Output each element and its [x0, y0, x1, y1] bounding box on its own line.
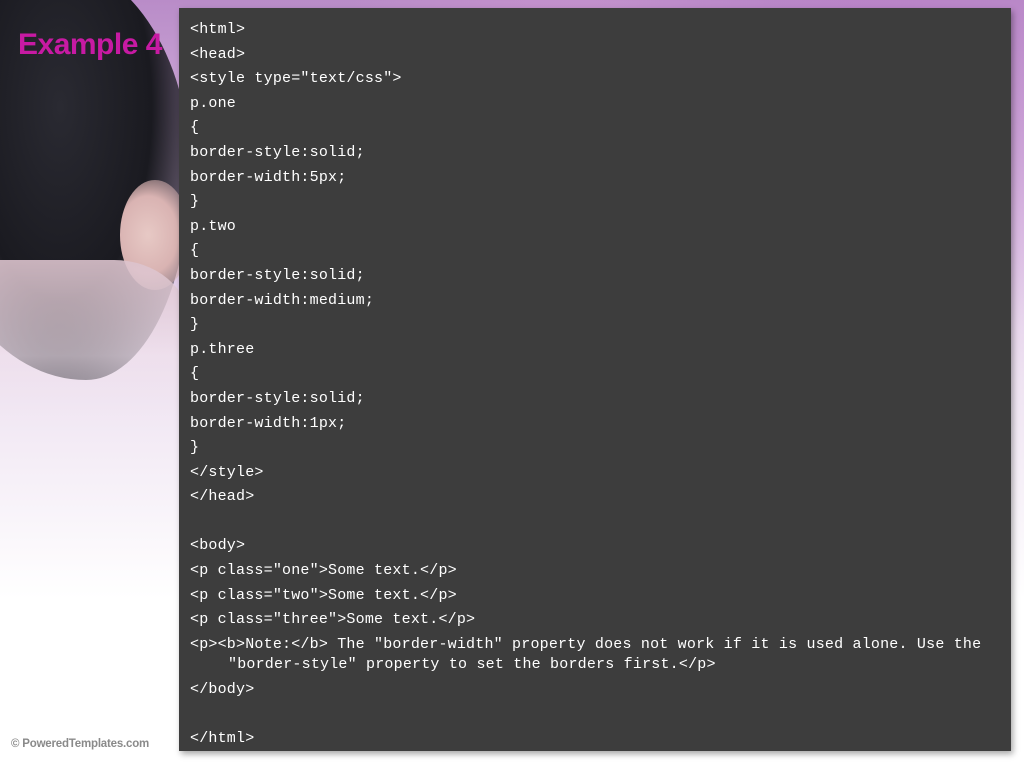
- code-line: </body>: [190, 680, 255, 698]
- code-line: }: [190, 439, 200, 457]
- slide-title: Example 4: [18, 28, 162, 61]
- code-line: <p><b>Note:</b> The "border-width" prope…: [190, 635, 991, 673]
- code-line: <p class="two">Some text.</p>: [190, 586, 457, 604]
- code-line: </style>: [190, 463, 264, 481]
- code-line: p.three: [190, 340, 255, 358]
- code-line: border-width:medium;: [190, 291, 375, 309]
- code-line: border-style:solid;: [190, 389, 365, 407]
- code-line: border-width:5px;: [190, 168, 347, 186]
- code-line: }: [190, 316, 200, 334]
- code-line: <head>: [190, 45, 246, 63]
- code-line: p.one: [190, 94, 237, 112]
- code-line: <body>: [190, 537, 246, 555]
- background-photo-neck: [0, 260, 190, 420]
- code-line: {: [190, 242, 200, 260]
- code-line: p.two: [190, 217, 237, 235]
- code-line: }: [190, 193, 200, 211]
- code-line: {: [190, 119, 200, 137]
- code-line: <p class="one">Some text.</p>: [190, 562, 457, 580]
- code-line: {: [190, 365, 200, 383]
- code-line: </head>: [190, 488, 255, 506]
- code-line: border-width:1px;: [190, 414, 347, 432]
- code-line: border-style:solid;: [190, 143, 365, 161]
- code-line: </html>: [190, 730, 255, 748]
- footer-credit: © PoweredTemplates.com: [11, 738, 150, 750]
- code-line: <style type="text/css">: [190, 70, 402, 88]
- code-line: border-style:solid;: [190, 266, 365, 284]
- code-line: <p class="three">Some text.</p>: [190, 611, 476, 629]
- code-line: <html>: [190, 21, 246, 38]
- code-block: <html> <head> <style type="text/css"> p.…: [179, 8, 1011, 751]
